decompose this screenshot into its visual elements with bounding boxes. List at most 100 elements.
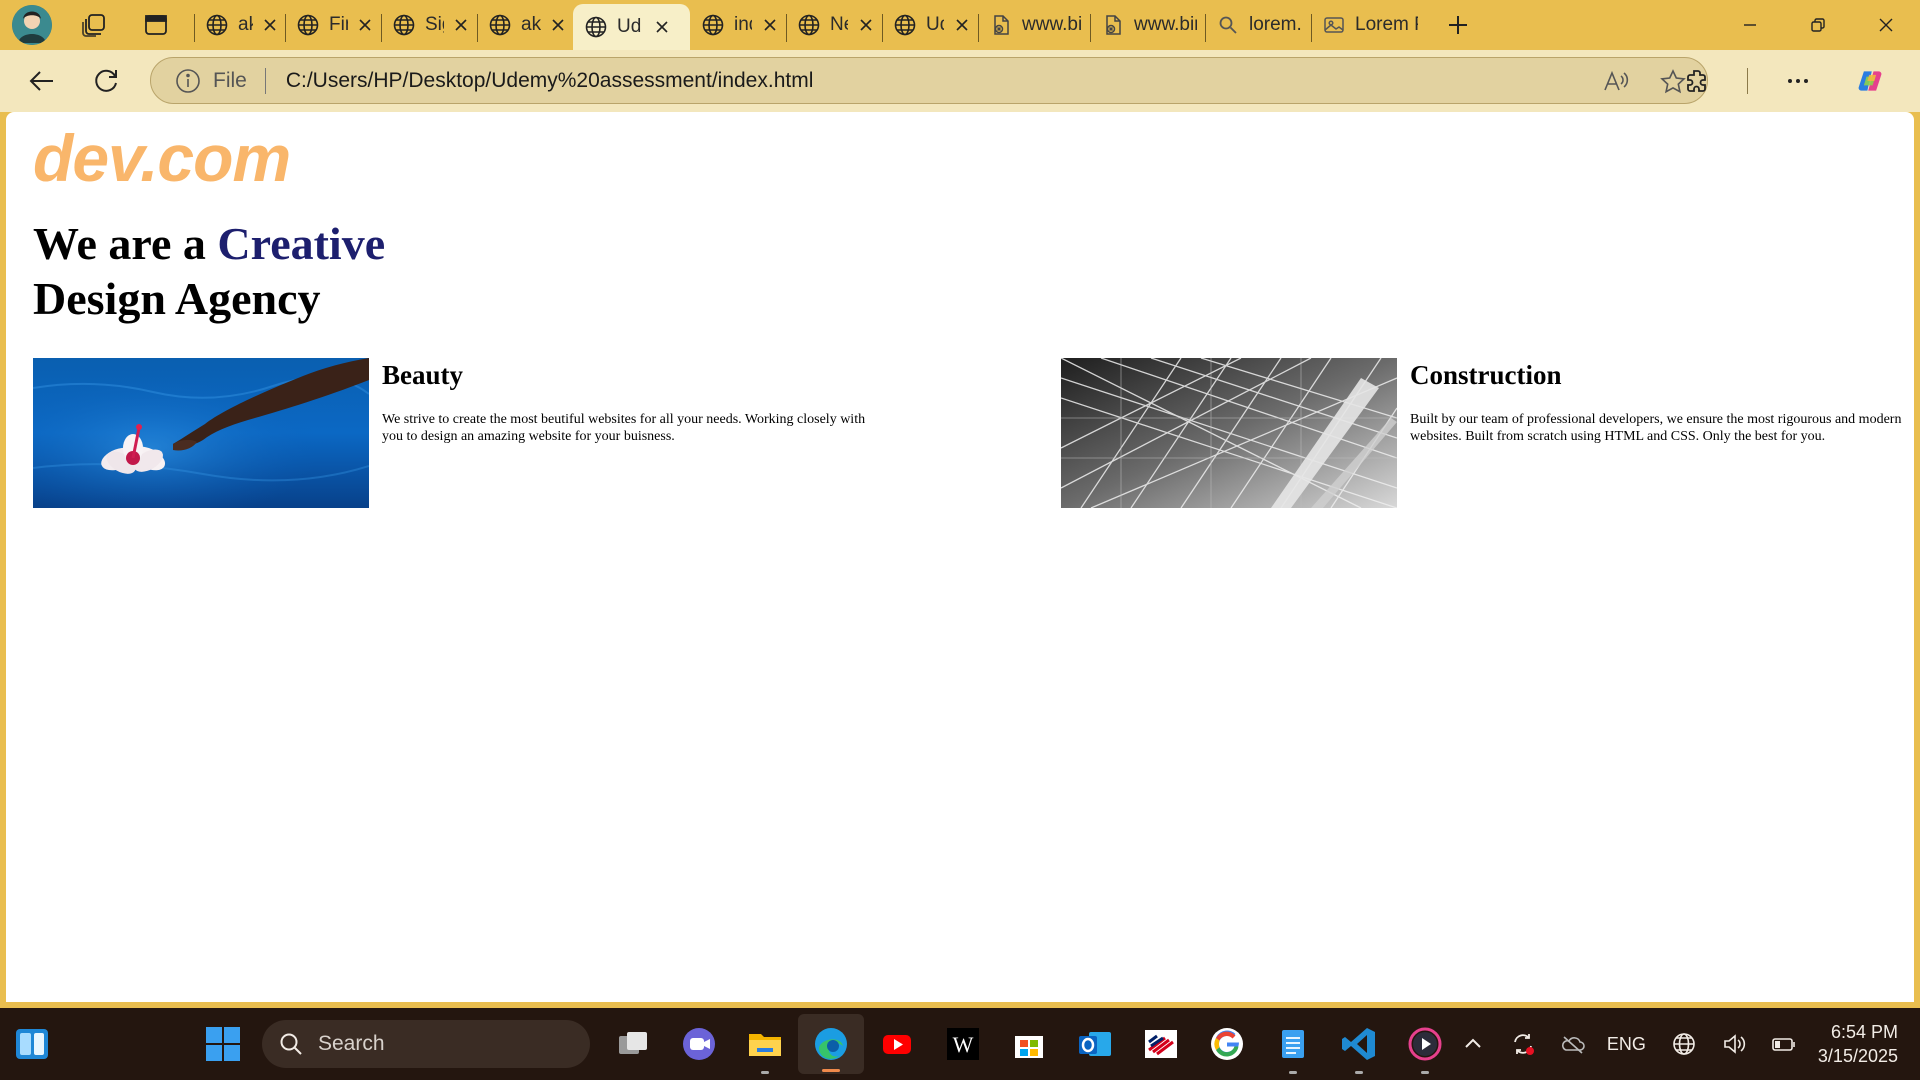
profile-avatar[interactable] — [12, 5, 52, 45]
start-menu-icon[interactable] — [205, 1026, 241, 1062]
running-indicator — [1289, 1071, 1297, 1074]
globe-icon — [487, 12, 513, 38]
site-logo[interactable]: dev.com — [33, 120, 291, 196]
clock-date: 3/15/2025 — [1817, 1046, 1898, 1066]
teams-app[interactable] — [666, 1008, 732, 1080]
construction-text-block: Construction Built by our team of profes… — [1410, 358, 1905, 445]
globe-icon — [796, 12, 822, 38]
restore-button[interactable] — [1784, 0, 1852, 50]
file-icon — [1100, 12, 1126, 38]
extensions-button[interactable] — [1675, 59, 1719, 103]
running-indicator — [1355, 1071, 1363, 1074]
page-viewport: dev.com We are a CreativeDesign Agency — [6, 112, 1914, 1002]
battery-icon[interactable] — [1768, 1028, 1800, 1060]
widgets-icon[interactable] — [14, 1027, 50, 1061]
bank-app[interactable] — [1128, 1008, 1194, 1080]
browser-tab[interactable]: Ud — [882, 5, 978, 45]
tab-title: Fin — [329, 14, 348, 35]
onedrive-icon[interactable] — [1557, 1028, 1589, 1060]
tab-title: Ud — [617, 16, 642, 37]
browser-tab[interactable]: Ud — [573, 4, 690, 50]
browser-tab[interactable]: Lorem P — [1311, 5, 1426, 45]
browser-tab[interactable]: ind — [690, 5, 786, 45]
url-text[interactable]: C:/Users/HP/Desktop/Udemy%20assessment/i… — [286, 69, 814, 93]
globe-icon — [583, 14, 609, 40]
svg-text:W: W — [953, 1032, 974, 1057]
close-window-button[interactable] — [1852, 0, 1920, 50]
close-tab-icon[interactable] — [263, 14, 277, 36]
minimize-button[interactable] — [1716, 0, 1784, 50]
tab-title: ind — [734, 14, 752, 35]
windows-taskbar: Search W ENG 6:54 PM 3/15/2025 — [0, 1008, 1920, 1080]
close-tab-icon[interactable] — [358, 14, 373, 36]
task-view-app[interactable] — [600, 1008, 666, 1080]
google-app[interactable] — [1194, 1008, 1260, 1080]
volume-icon[interactable] — [1718, 1028, 1750, 1060]
globe-icon — [204, 12, 230, 38]
notepad-app[interactable] — [1260, 1008, 1326, 1080]
browser-tab[interactable]: lorem.p — [1205, 5, 1311, 45]
system-clock[interactable]: 6:54 PM 3/15/2025 — [1818, 1020, 1898, 1068]
running-indicator — [761, 1071, 769, 1074]
browser-tab[interactable]: Ne — [786, 5, 882, 45]
read-aloud-icon[interactable] — [1601, 68, 1629, 96]
tab-title: Ne — [830, 14, 848, 35]
globe-icon — [391, 12, 417, 38]
scheme-label: File — [213, 68, 247, 92]
browser-tab[interactable]: Fin — [285, 5, 381, 45]
copilot-button[interactable] — [1848, 59, 1892, 103]
beauty-image — [33, 358, 369, 508]
workspaces-icon[interactable] — [74, 5, 114, 45]
close-tab-icon[interactable] — [858, 14, 874, 36]
browser-tab[interactable]: aka — [194, 5, 285, 45]
outlook-app[interactable] — [1062, 1008, 1128, 1080]
address-divider — [264, 67, 266, 94]
sync-icon[interactable] — [1507, 1028, 1539, 1060]
network-globe-icon[interactable] — [1668, 1028, 1700, 1060]
search-icon — [1215, 12, 1241, 38]
hero-headline: We are a Creative Design Agency — [33, 216, 733, 326]
browser-tab[interactable]: aka — [477, 5, 573, 45]
close-tab-icon[interactable] — [551, 14, 565, 36]
headline-part1: We are a — [33, 218, 218, 269]
language-indicator[interactable]: ENG — [1607, 1034, 1646, 1055]
media-player-app[interactable] — [1392, 1008, 1458, 1080]
reload-button[interactable] — [84, 59, 128, 103]
beauty-description: We strive to create the most beutiful we… — [382, 412, 866, 444]
vscode-app[interactable] — [1326, 1008, 1392, 1080]
info-icon[interactable] — [175, 68, 201, 94]
vertical-tabs-icon[interactable] — [136, 5, 176, 45]
close-tab-icon[interactable] — [454, 14, 469, 36]
file-explorer-app[interactable] — [732, 1008, 798, 1080]
wikipedia-app[interactable]: W — [930, 1008, 996, 1080]
chevron-up-icon[interactable] — [1457, 1028, 1489, 1060]
youtube-app[interactable] — [864, 1008, 930, 1080]
globe-icon — [700, 12, 726, 38]
browser-tab[interactable]: Sig — [381, 5, 477, 45]
globe-icon — [295, 12, 321, 38]
pinned-apps: W — [600, 1008, 1458, 1080]
navigation-bar: File C:/Users/HP/Desktop/Udemy%20assessm… — [0, 50, 1920, 112]
browser-tab[interactable]: www.bir — [1090, 5, 1205, 45]
close-tab-icon[interactable] — [954, 14, 970, 36]
tab-strip: aka Fin Sig aka Ud ind Ne Ud www.bir www.bir lorem… — [0, 0, 1920, 50]
tab-title: Sig — [425, 14, 444, 35]
tab-title: Ud — [926, 14, 944, 35]
edge-app[interactable] — [798, 1014, 864, 1074]
back-button[interactable] — [20, 59, 64, 103]
more-menu-button[interactable] — [1776, 59, 1820, 103]
clock-time: 6:54 PM — [1830, 1022, 1898, 1042]
window-controls — [1716, 0, 1920, 50]
running-indicator — [1421, 1071, 1429, 1074]
taskbar-search[interactable]: Search — [262, 1020, 590, 1068]
construction-title: Construction — [1410, 360, 1562, 390]
close-tab-icon[interactable] — [651, 16, 673, 38]
close-tab-icon[interactable] — [762, 14, 778, 36]
browser-tab[interactable]: www.bir — [978, 5, 1090, 45]
new-tab-button[interactable] — [1438, 5, 1478, 45]
microsoft-store-app[interactable] — [996, 1008, 1062, 1080]
tab-title: www.bir — [1022, 14, 1082, 35]
address-bar[interactable]: File C:/Users/HP/Desktop/Udemy%20assessm… — [150, 57, 1708, 104]
toolbar-divider — [1747, 68, 1748, 94]
image-icon — [1321, 12, 1347, 38]
